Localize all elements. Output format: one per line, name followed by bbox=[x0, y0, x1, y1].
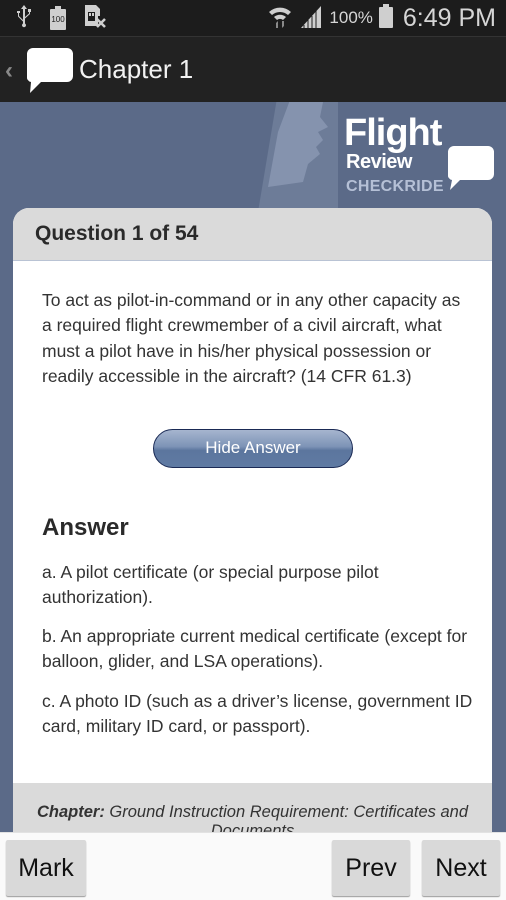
usb-icon bbox=[16, 4, 32, 33]
bottom-nav: Mark Prev Next bbox=[0, 832, 506, 900]
logo-flight: Flight bbox=[344, 112, 442, 154]
logo-checkride: CHECKRIDE bbox=[346, 178, 444, 195]
battery-100-icon: 100 bbox=[50, 6, 66, 30]
chapter-title: Chapter 1 bbox=[79, 54, 194, 84]
answer-title: Answer bbox=[42, 514, 129, 541]
prev-button[interactable]: Prev bbox=[332, 840, 410, 896]
question-text: To act as pilot-in-command or in any oth… bbox=[42, 290, 461, 386]
brand-header: Flight Review CHECKRIDE bbox=[0, 102, 506, 208]
wifi-icon bbox=[267, 3, 293, 34]
chapter-label: Chapter: bbox=[36, 803, 105, 821]
question-card: Question 1 of 54 To act as pilot-in-comm… bbox=[13, 208, 492, 848]
mark-button[interactable]: Mark bbox=[6, 840, 86, 896]
battery-percent: 100% bbox=[329, 8, 373, 27]
chevron-left-icon[interactable]: ‹ bbox=[5, 57, 13, 85]
answer-item: c. A photo ID (such as a driver’s licens… bbox=[42, 691, 473, 737]
sim-blocked-icon bbox=[84, 4, 106, 33]
speech-bubble-icon[interactable] bbox=[26, 46, 75, 99]
signal-icon bbox=[299, 4, 323, 33]
action-bar: ‹ Chapter 1 bbox=[0, 36, 506, 102]
question-header: Question 1 of 54 bbox=[13, 208, 492, 261]
hide-answer-button[interactable]: Hide Answer bbox=[153, 429, 353, 468]
battery-100-label: 100 bbox=[51, 15, 65, 24]
logo-bubble-icon bbox=[447, 146, 494, 195]
clock: 6:49 PM bbox=[402, 3, 496, 32]
status-bar: 100 100% 6:49 PM bbox=[0, 0, 506, 36]
answer-item: a. A pilot certificate (or special purpo… bbox=[42, 562, 379, 608]
battery-icon bbox=[378, 3, 393, 33]
next-button[interactable]: Next bbox=[422, 840, 500, 896]
pilot-silhouette-icon bbox=[258, 102, 338, 208]
answer-item: b. An appropriate current medical certif… bbox=[42, 626, 468, 672]
question-counter: Question 1 of 54 bbox=[35, 222, 199, 245]
logo-review: Review bbox=[346, 151, 412, 173]
